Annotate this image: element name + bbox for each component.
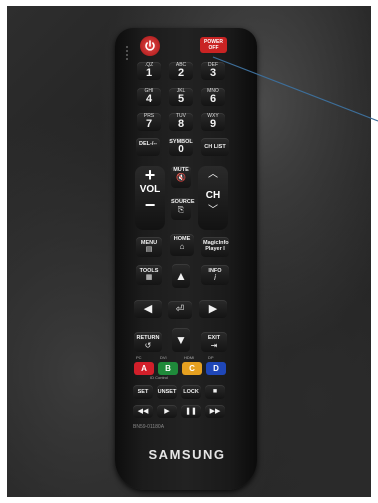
annotation-line bbox=[212, 56, 378, 122]
